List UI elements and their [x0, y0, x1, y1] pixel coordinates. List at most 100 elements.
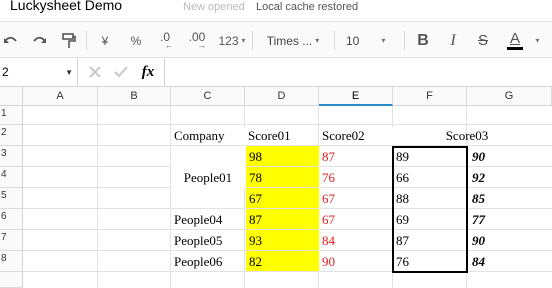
column-header-e[interactable]: E — [319, 87, 393, 106]
cell-c2[interactable]: Company — [171, 125, 245, 146]
function-icon: fx — [141, 63, 155, 80]
row-header-1[interactable]: 1 — [0, 106, 23, 125]
cell-d8[interactable]: 82 — [246, 251, 319, 272]
formula-bar: 2 ▼ fx — [0, 58, 552, 87]
check-icon — [114, 66, 128, 78]
toolbar: ¥ % .0 ← .00 → 123 ▾ Times ... ▾ 10 ▾ B I S… — [0, 21, 552, 58]
status-message: Local cache restored — [256, 1, 359, 13]
number-format-label: 123 — [218, 33, 239, 48]
font-family-label: Times ... — [266, 33, 313, 48]
cell-g7[interactable]: 90 — [469, 230, 543, 251]
chevron-down-icon: ▾ — [535, 36, 540, 45]
text-color-icon: A — [509, 29, 520, 47]
number-format-dropdown[interactable]: 123 ▾ — [214, 22, 250, 59]
cell-c7[interactable]: People05 — [171, 230, 245, 251]
row-header-6[interactable]: 6 — [0, 209, 23, 230]
column-header-a[interactable]: A — [23, 87, 98, 106]
column-header-f[interactable]: F — [393, 87, 467, 106]
confirm-edit-button[interactable] — [112, 58, 130, 86]
grid-line — [23, 166, 170, 167]
row-header-7[interactable]: 7 — [0, 230, 23, 251]
percent-format-button[interactable]: % — [126, 22, 146, 59]
toolbar-divider — [404, 31, 405, 50]
column-header-d[interactable]: D — [245, 87, 319, 106]
row-header-8[interactable]: 8 — [0, 251, 23, 272]
paint-format-button[interactable] — [58, 22, 80, 59]
cell-e5[interactable]: 67 — [319, 188, 393, 209]
chevron-down-icon: ▾ — [381, 36, 386, 45]
row-header-3[interactable]: 3 — [0, 146, 23, 167]
row-header-9[interactable] — [0, 272, 23, 288]
spreadsheet-grid: A B C D E F G 1 2 3 4 5 6 7 8 98 78 67 8… — [0, 87, 552, 288]
cell-g6[interactable]: 77 — [469, 209, 543, 230]
row-header-4[interactable]: 4 — [0, 167, 23, 188]
cell-e2[interactable]: Score02 — [319, 125, 393, 146]
cell-g4[interactable]: 92 — [469, 167, 543, 188]
cell-g5[interactable]: 85 — [469, 188, 543, 209]
undo-button[interactable] — [0, 22, 22, 59]
text-color-dropdown[interactable]: ▾ — [530, 22, 542, 59]
cell-e7[interactable]: 84 — [319, 230, 393, 251]
chevron-down-icon: ▾ — [241, 36, 246, 45]
title-bar: Luckysheet Demo New opened Local cache r… — [0, 0, 552, 19]
toolbar-divider — [86, 31, 87, 50]
column-header-c[interactable]: C — [171, 87, 245, 106]
cell-e3[interactable]: 87 — [319, 146, 393, 167]
italic-button[interactable]: I — [442, 22, 464, 59]
cell-e4[interactable]: 76 — [319, 167, 393, 188]
arrow-left-icon: ← — [165, 41, 173, 50]
font-family-dropdown[interactable]: Times ... ▾ — [258, 22, 328, 59]
cell-g8[interactable]: 84 — [469, 251, 543, 272]
row-header-2[interactable]: 2 — [0, 125, 23, 146]
decrease-decimal-button[interactable]: .0 ← — [154, 22, 176, 59]
redo-button[interactable] — [28, 22, 50, 59]
arrow-right-icon: → — [198, 41, 206, 50]
cell-name-box[interactable]: 2 ▼ — [0, 58, 78, 86]
row-header-5[interactable]: 5 — [0, 188, 23, 209]
bold-button[interactable]: B — [412, 22, 434, 59]
cell-c3-merged[interactable]: People01 — [171, 146, 245, 209]
cell-e6[interactable]: 67 — [319, 209, 393, 230]
paint-format-icon — [62, 32, 76, 48]
currency-label: ¥ — [101, 33, 109, 48]
formula-input[interactable] — [165, 58, 552, 86]
undo-icon — [4, 36, 17, 43]
bold-icon: B — [417, 31, 429, 49]
percent-label: % — [130, 33, 142, 48]
grid-line — [97, 106, 98, 288]
chevron-down-icon: ▾ — [315, 36, 320, 45]
chevron-down-icon: ▼ — [65, 68, 73, 77]
cell-d7[interactable]: 93 — [246, 230, 319, 251]
font-size-label: 10 — [346, 33, 360, 48]
grid-line — [23, 187, 170, 188]
increase-decimal-button[interactable]: .00 → — [184, 22, 210, 59]
cell-g3[interactable]: 90 — [469, 146, 543, 167]
strikethrough-button[interactable]: S — [472, 22, 494, 59]
cell-reference: 2 — [2, 65, 9, 79]
column-header-b[interactable]: B — [98, 87, 171, 106]
cell-c6[interactable]: People04 — [171, 209, 245, 230]
cell-e8[interactable]: 90 — [319, 251, 393, 272]
text-color-button[interactable]: A — [502, 22, 528, 59]
toolbar-divider — [252, 31, 253, 50]
bordered-range-f3-f8 — [392, 146, 468, 273]
currency-format-button[interactable]: ¥ — [95, 22, 115, 59]
cell-c8[interactable]: People06 — [171, 251, 245, 272]
toolbar-divider — [334, 31, 335, 50]
cell-d3[interactable]: 98 — [246, 146, 319, 167]
cell-d2[interactable]: Score01 — [245, 125, 319, 146]
column-header-g[interactable]: G — [467, 87, 552, 106]
cancel-edit-button[interactable] — [86, 58, 104, 86]
cell-d4[interactable]: 78 — [246, 167, 319, 188]
select-all-corner[interactable] — [0, 87, 23, 106]
font-size-dropdown[interactable]: 10 ▾ — [340, 22, 396, 59]
cell-f2-merged[interactable]: Score03 — [393, 125, 541, 146]
redo-icon — [33, 36, 46, 43]
strikethrough-icon: S — [477, 32, 488, 49]
status-new-opened: New opened — [183, 1, 245, 13]
cell-d5[interactable]: 67 — [246, 188, 319, 209]
grid-line — [318, 272, 319, 288]
cell-d6[interactable]: 87 — [246, 209, 319, 230]
italic-icon: I — [450, 31, 456, 49]
insert-function-button[interactable]: fx — [138, 58, 158, 86]
